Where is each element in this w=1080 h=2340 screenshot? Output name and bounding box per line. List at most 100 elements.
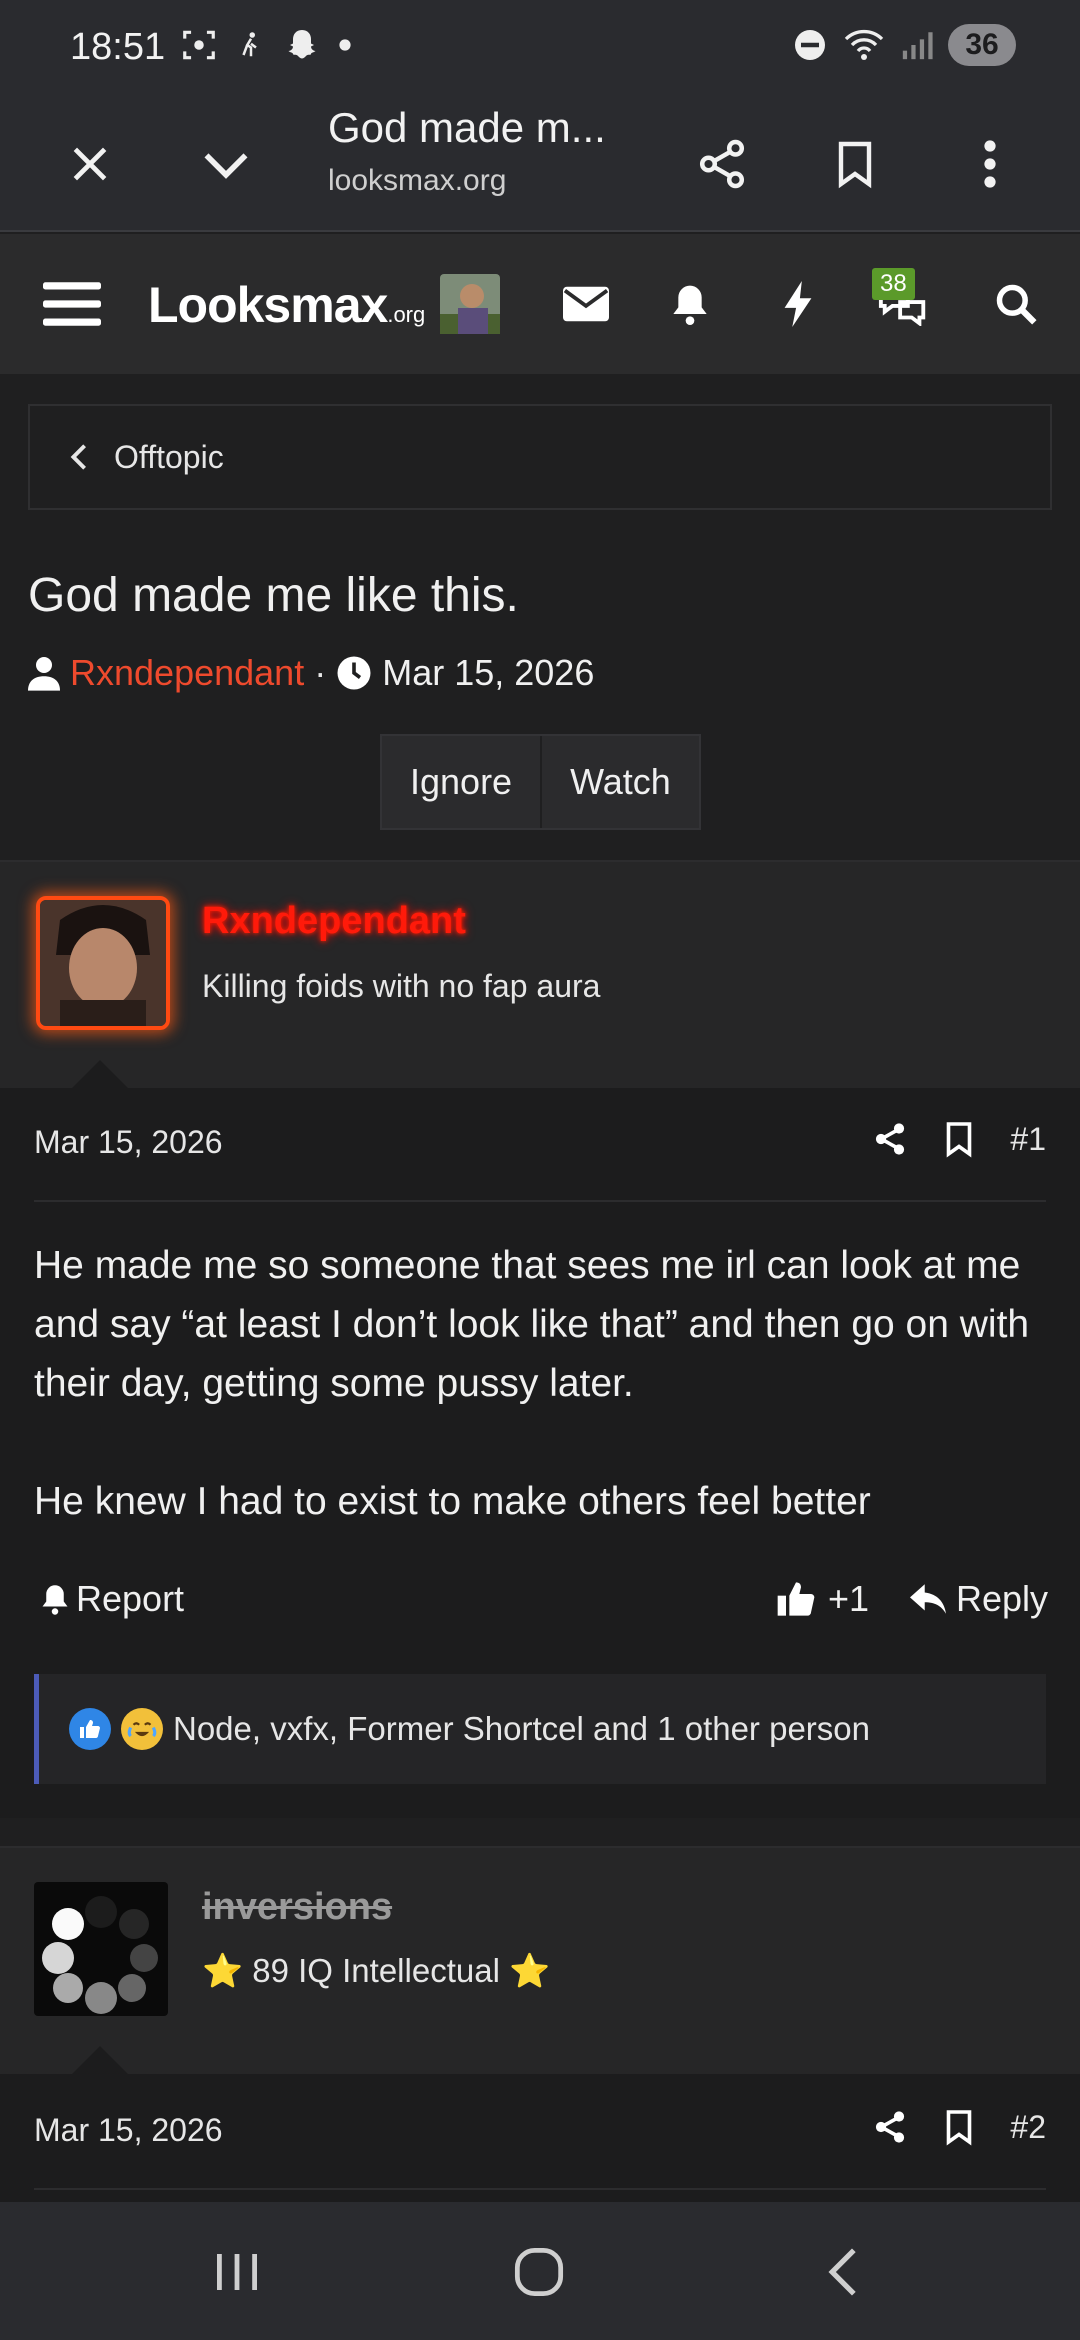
meta-separator: ·: [314, 652, 327, 693]
share-icon: [699, 139, 745, 189]
home-icon: [514, 2247, 564, 2297]
post-divider: [34, 1200, 1046, 1202]
thread-author-link[interactable]: Rxndependant: [70, 652, 304, 694]
screenshot-icon: [183, 30, 215, 60]
share-icon[interactable]: [872, 2108, 908, 2146]
dot-icon: [339, 39, 351, 51]
bookmark-icon[interactable]: [944, 1120, 974, 1158]
walking-icon: [242, 32, 257, 57]
signal-icon: [902, 32, 933, 60]
like-button[interactable]: +1: [776, 1578, 869, 1620]
report-button[interactable]: Report: [40, 1578, 184, 1620]
browser-url[interactable]: looksmax.org: [328, 164, 506, 198]
do-not-disturb-icon: [795, 30, 825, 60]
share-icon[interactable]: [872, 1120, 908, 1158]
thread-title: God made me like this.: [28, 569, 519, 622]
bell-icon: [673, 285, 707, 325]
recent-apps-button[interactable]: [192, 2232, 282, 2312]
breadcrumb[interactable]: Offtopic: [28, 404, 1052, 510]
menu-button[interactable]: [32, 264, 112, 344]
post-paragraph: He made me so someone that sees me irl c…: [34, 1244, 1030, 1405]
envelope-icon: [563, 286, 609, 322]
thumbs-up-icon: [80, 1720, 100, 1738]
search-icon: [996, 284, 1037, 325]
browser-toolbar: God made m... looksmax.org: [0, 96, 1080, 232]
post-number[interactable]: #2: [1010, 2109, 1046, 2146]
status-bar: 18:51 36: [0, 0, 1080, 96]
account-avatar[interactable]: [440, 274, 500, 339]
post-divider: [34, 2188, 1046, 2190]
system-navigation-bar: [0, 2202, 1080, 2340]
post-tools: #1: [872, 1120, 1046, 1158]
reactions-bar[interactable]: Node, vxfx, Former Shortcel and 1 other …: [34, 1674, 1046, 1784]
thread-date[interactable]: Mar 15, 2026: [382, 652, 594, 694]
avatar-image: [40, 900, 166, 1026]
bookmark-icon[interactable]: [944, 2108, 974, 2146]
reply-button[interactable]: Reply: [908, 1578, 1048, 1620]
like-count: +1: [828, 1578, 870, 1619]
chevron-left-icon: [70, 444, 86, 470]
account-avatar-image: [440, 274, 500, 334]
status-time: 18:51: [70, 26, 166, 68]
thread-actions: Ignore Watch: [380, 734, 701, 830]
post-arrow: [72, 1060, 128, 1088]
bell-icon: [42, 1585, 68, 1615]
site-logo[interactable]: Looksmax.org: [148, 276, 425, 334]
bookmark-icon: [838, 141, 872, 189]
post-avatar[interactable]: [36, 896, 170, 1030]
back-icon: [828, 2248, 856, 2296]
post-avatar[interactable]: [34, 1882, 168, 2016]
status-system-icons: 36: [792, 24, 1016, 66]
site-navbar: Looksmax.org: [0, 234, 1080, 374]
back-button[interactable]: [798, 2232, 888, 2312]
breadcrumb-label: Offtopic: [114, 438, 224, 475]
post-username[interactable]: inversions: [202, 1886, 392, 1929]
clock-icon: [337, 656, 371, 690]
chevron-down-icon: [204, 153, 248, 179]
reply-label: Reply: [956, 1578, 1049, 1619]
post-username[interactable]: Rxndependant: [202, 900, 466, 943]
browser-page-title[interactable]: God made m...: [328, 104, 606, 152]
close-icon: [73, 147, 107, 181]
bolt-icon: [784, 281, 812, 327]
like-reaction-icon: [69, 1708, 111, 1750]
thread-meta: Rxndependant · Mar 15, 2026: [28, 652, 594, 694]
logo-text: Looksmax: [148, 277, 388, 333]
status-notification-icons: [180, 26, 352, 64]
reactions-text: Node, vxfx, Former Shortcel and 1 other …: [173, 1710, 870, 1747]
logo-suffix: .org: [387, 302, 426, 327]
wifi-icon: [844, 29, 884, 60]
cry-laugh-reaction-icon: [121, 1708, 163, 1750]
post-paragraph: He knew I had to exist to make others fe…: [34, 1480, 871, 1523]
crying-face-icon: [126, 1713, 158, 1745]
alerts-button[interactable]: [640, 264, 740, 344]
battery-indicator: 36: [948, 24, 1016, 66]
recent-apps-icon: [217, 2254, 257, 2290]
post-number[interactable]: #1: [1010, 1121, 1046, 1158]
home-button[interactable]: [494, 2232, 584, 2312]
post-date[interactable]: Mar 15, 2026: [34, 1124, 223, 1161]
ignore-button[interactable]: Ignore: [382, 736, 540, 828]
post-user-title: Killing foids with no fap aura: [202, 968, 601, 1004]
post-arrow: [72, 2046, 128, 2074]
search-button[interactable]: [966, 264, 1066, 344]
share-button[interactable]: [682, 124, 762, 204]
inbox-button[interactable]: [536, 264, 636, 344]
minimize-button[interactable]: [186, 124, 266, 204]
snapchat-icon: [288, 30, 316, 59]
post-date[interactable]: Mar 15, 2026: [34, 2112, 223, 2149]
hamburger-icon: [43, 282, 101, 326]
watch-button[interactable]: Watch: [540, 736, 699, 828]
whats-new-button[interactable]: [748, 264, 848, 344]
reply-icon: [910, 1584, 946, 1614]
post-user-title: ⭐ 89 IQ Intellectual ⭐: [202, 1952, 551, 1989]
close-tab-button[interactable]: [50, 124, 130, 204]
more-options-button[interactable]: [950, 124, 1030, 204]
post-tools: #2: [872, 2108, 1046, 2146]
more-vertical-icon: [984, 140, 996, 188]
thumbs-up-icon: [777, 1582, 815, 1616]
conversations-count-badge: 38: [872, 268, 915, 300]
bookmark-button[interactable]: [815, 124, 895, 204]
loading-spinner-icon: [42, 1896, 158, 2014]
user-icon: [28, 657, 60, 691]
